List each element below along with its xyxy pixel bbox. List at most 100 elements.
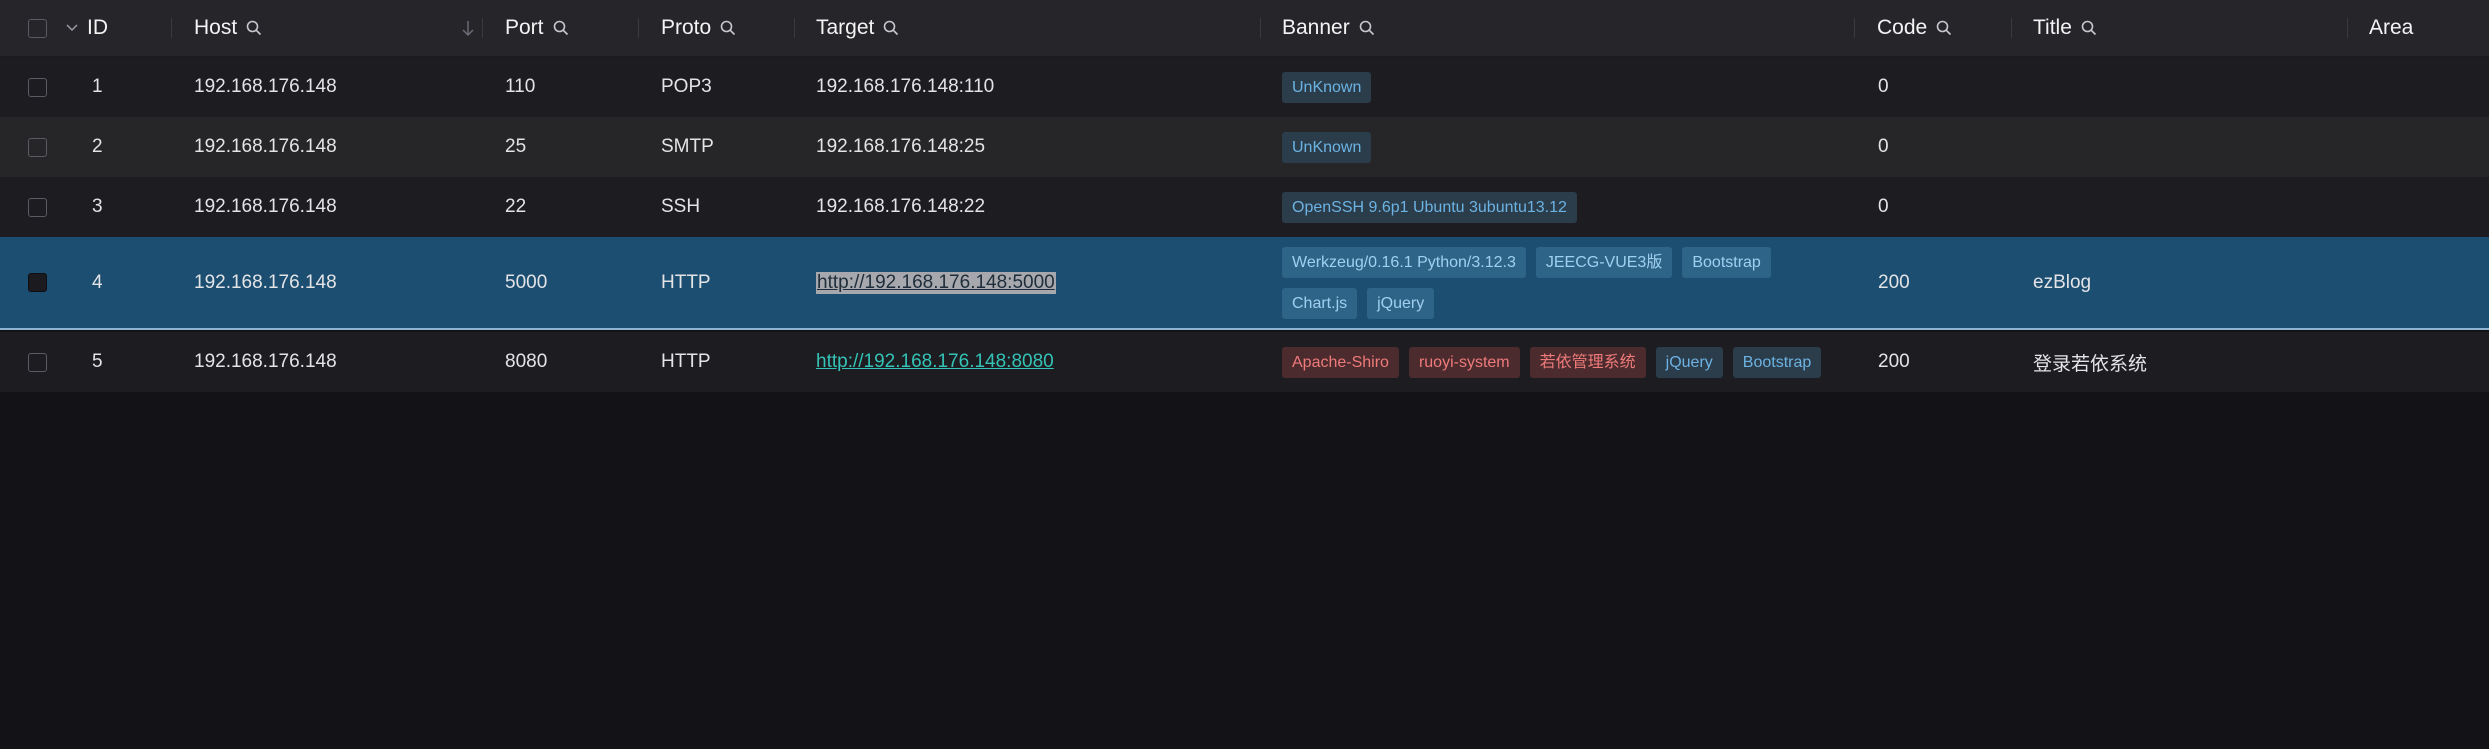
banner-tag-danger: Apache-Shiro [1282,346,1399,378]
id-column-header[interactable]: ID [65,0,108,56]
host-column-label: Host [194,16,238,39]
id-cell: 3 [92,196,103,217]
banner-tag: Werkzeug/0.16.1 Python/3.12.3 [1282,246,1526,278]
host-sort-cell [460,0,476,56]
banner-cell: UnKnown [1282,117,1822,177]
target-column-label: Target [816,16,875,39]
table-header: ID Host Port Proto Target Banner Code Ti… [0,0,2489,57]
column-divider [171,18,172,38]
table-row[interactable]: 2 192.168.176.148 25 SMTP 192.168.176.14… [0,117,2489,177]
banner-cell: Werkzeug/0.16.1 Python/3.12.3 JEECG-VUE3… [1282,237,1822,328]
host-cell: 192.168.176.148 [194,76,337,97]
table-row-selected[interactable]: 4 192.168.176.148 5000 HTTP http://192.1… [0,237,2489,330]
proto-column-header[interactable]: Proto [661,0,737,56]
target-cell: http://192.168.176.148:8080 [816,332,1054,392]
select-all-checkbox[interactable] [28,18,47,38]
banner-tag: Bootstrap [1682,246,1771,278]
area-column-header[interactable]: Area [2369,0,2413,56]
host-column-header[interactable]: Host [194,0,263,56]
port-column-header[interactable]: Port [505,0,570,56]
port-cell: 8080 [505,351,548,372]
banner-tag: OpenSSH 9.6p1 Ubuntu 3ubuntu13.12 [1282,191,1577,223]
port-cell: 5000 [505,271,548,293]
column-divider [1854,18,1855,38]
id-cell: 4 [92,271,103,293]
title-cell: 登录若依系统 [2033,353,2148,375]
title-column-header[interactable]: Title [2033,0,2098,56]
title-column-label: Title [2033,16,2072,39]
table-row[interactable]: 1 192.168.176.148 110 POP3 192.168.176.1… [0,57,2489,117]
banner-tag: jQuery [1655,346,1723,378]
banner-column-header[interactable]: Banner [1282,0,1376,56]
proto-cell: HTTP [661,351,711,372]
host-cell: 192.168.176.148 [194,136,337,157]
title-cell: ezBlog [2033,271,2092,293]
banner-cell: Apache-Shiro ruoyi-system 若依管理系统 jQuery … [1282,332,1842,392]
select-all-cell [28,0,47,56]
search-icon[interactable] [719,19,737,37]
code-cell: 0 [1878,196,1889,217]
target-cell: http://192.168.176.148:5000 [816,237,1056,328]
proto-column-label: Proto [661,16,712,39]
port-column-label: Port [505,16,544,39]
table-row[interactable]: 5 192.168.176.148 8080 HTTP http://192.1… [0,332,2489,392]
banner-tag: Chart.js [1282,287,1358,319]
proto-cell: SMTP [661,136,714,157]
host-cell: 192.168.176.148 [194,196,337,217]
port-cell: 22 [505,196,527,217]
row-checkbox[interactable] [28,352,47,372]
port-cell: 110 [505,76,536,97]
host-cell: 192.168.176.148 [194,271,337,293]
search-icon[interactable] [552,19,570,37]
column-divider [1260,18,1261,38]
banner-cell: OpenSSH 9.6p1 Ubuntu 3ubuntu13.12 [1282,177,1822,237]
banner-tag-danger: 若依管理系统 [1529,346,1646,378]
code-cell: 0 [1878,136,1889,157]
row-checkbox[interactable] [28,197,47,217]
column-divider [2347,18,2348,38]
area-column-label: Area [2369,16,2414,39]
proto-cell: HTTP [661,271,711,293]
target-cell: 192.168.176.148:25 [816,136,986,157]
search-icon[interactable] [1935,19,1953,37]
id-cell: 5 [92,351,103,372]
banner-tag: Bootstrap [1732,346,1822,378]
search-icon[interactable] [882,19,900,37]
host-cell: 192.168.176.148 [194,351,337,372]
search-icon[interactable] [1358,19,1376,37]
code-cell: 200 [1878,351,1910,372]
port-cell: 25 [505,136,527,157]
column-divider [2011,18,2012,38]
code-column-header[interactable]: Code [1877,0,1953,56]
code-cell: 0 [1878,76,1889,97]
banner-tag: UnKnown [1282,131,1372,163]
row-checkbox[interactable] [28,273,47,292]
row-checkbox[interactable] [28,137,47,157]
chevron-down-icon[interactable] [65,21,79,35]
banner-tag-danger: ruoyi-system [1408,346,1520,378]
column-divider [794,18,795,38]
target-cell: 192.168.176.148:22 [816,196,986,217]
target-link[interactable]: http://192.168.176.148:8080 [816,351,1054,373]
target-cell: 192.168.176.148:110 [816,76,995,97]
proto-cell: SSH [661,196,701,217]
id-cell: 1 [92,76,103,97]
banner-cell: UnKnown [1282,57,1822,117]
banner-tag: JEECG-VUE3版 [1535,246,1673,278]
banner-tag: UnKnown [1282,71,1372,103]
id-column-label: ID [87,16,108,39]
banner-tag: jQuery [1367,287,1435,319]
arrow-down-icon[interactable] [460,18,476,38]
row-checkbox[interactable] [28,77,47,97]
proto-cell: POP3 [661,76,712,97]
target-link[interactable]: http://192.168.176.148:5000 [816,271,1056,294]
column-divider [638,18,639,38]
search-icon[interactable] [2080,19,2098,37]
target-column-header[interactable]: Target [816,0,900,56]
id-cell: 2 [92,136,103,157]
search-icon[interactable] [245,19,263,37]
code-column-label: Code [1877,16,1928,39]
banner-column-label: Banner [1282,16,1350,39]
code-cell: 200 [1878,271,1910,293]
table-row[interactable]: 3 192.168.176.148 22 SSH 192.168.176.148… [0,177,2489,237]
